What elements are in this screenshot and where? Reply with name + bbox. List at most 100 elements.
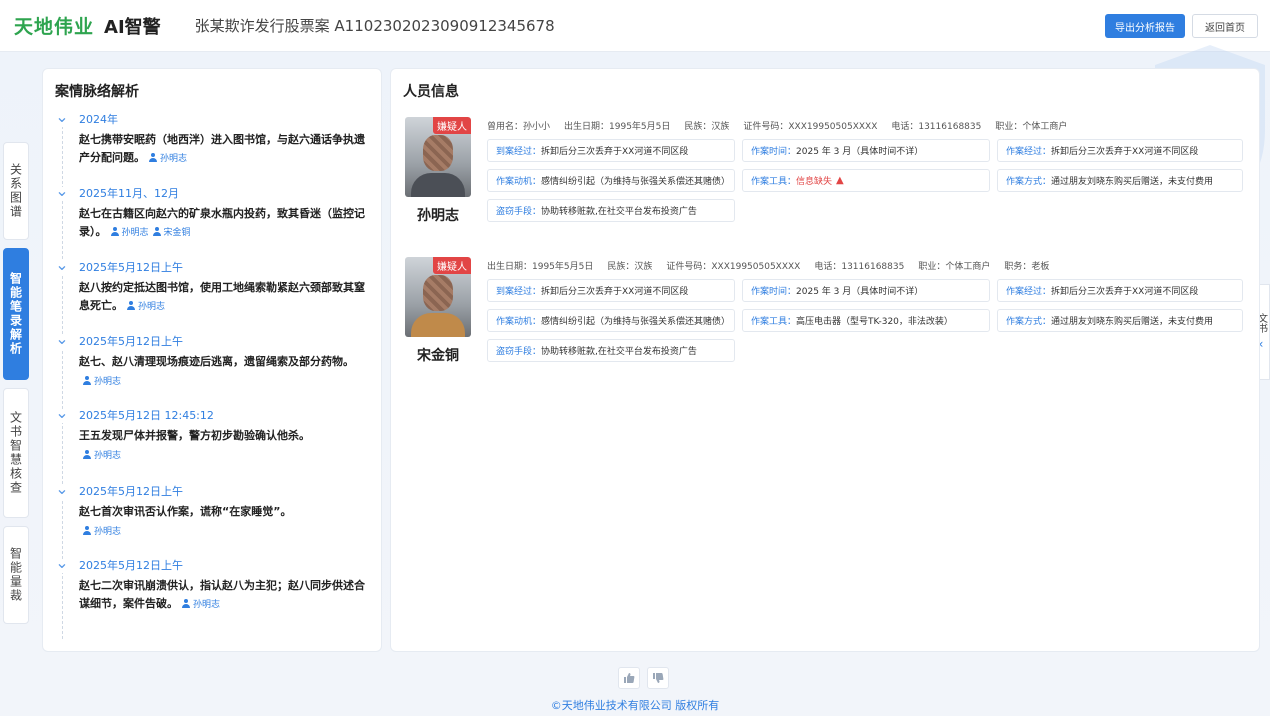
field-key: 作案动机：	[496, 317, 542, 327]
tab-sentencing[interactable]: 智能量裁	[3, 526, 29, 624]
person-meta-item: 民族：汉族	[684, 122, 730, 132]
tab-document-check[interactable]: 文书智慧核查	[3, 388, 29, 518]
person-field: 盗窃手段： 协助转移赃款,在社交平台发布投资广告	[487, 339, 735, 362]
timeline-item: ⌄ 2025年5月12日上午 赵七、赵八清理现场痕迹后逃离，遗留绳索及部分药物。 孙明…	[55, 331, 375, 389]
person-field: 作案经过： 拆卸后分三次丢弃于XX河道不同区段	[997, 139, 1243, 162]
chevron-down-icon[interactable]: ⌄	[55, 257, 69, 275]
copyright: ©天地伟业技术有限公司 版权所有	[550, 699, 720, 712]
person-meta: 出生日期：1995年5月5日 民族：汉族 证件号码：XXX19950505XXXX 电…	[487, 259, 1049, 272]
timeline-date: 2025年5月12日上午	[79, 261, 183, 274]
timeline-event-text: 王五发现尸体并报警，警方初步勘验确认他杀。	[79, 427, 375, 445]
top-bar: 天地伟业 AI智警 张某欺诈发行股票案 A1102302023090912345…	[0, 0, 1270, 52]
person-link[interactable]: 孙明志	[110, 227, 149, 238]
person-name: 孙明志	[94, 527, 122, 537]
person-field: 作案经过： 拆卸后分三次丢弃于XX河道不同区段	[997, 279, 1243, 302]
person-link[interactable]: 孙明志	[149, 153, 188, 164]
field-value: 感情纠纷引起（为维持与张强关系偿还其赌债）	[541, 317, 731, 327]
timeline-event-desc: 赵七二次审讯崩溃供认，指认赵八为主犯；赵八同步供述合谋细节，案件告破。	[79, 579, 365, 610]
timeline-event-text: 赵七在古籍区向赵六的矿泉水瓶内投药，致其昏迷（监控记录）。 孙明志 宋金铜	[79, 205, 375, 242]
back-home-button[interactable]: 返回首页	[1192, 14, 1258, 38]
person-name: 宋金铜	[417, 348, 459, 364]
person-meta-item: 职业：个体工商户	[995, 122, 1068, 132]
field-key: 作案时间：	[751, 287, 797, 297]
person-field: 作案动机： 感情纠纷引起（为维持与张强关系偿还其赌债）	[487, 169, 735, 192]
user-icon	[83, 450, 91, 459]
timeline-title: 案情脉络解析	[55, 84, 139, 100]
chevron-down-icon[interactable]: ⌄	[55, 555, 69, 573]
warning-icon: ▲	[836, 175, 844, 186]
brand-logo-text: 天地伟业	[14, 16, 95, 38]
person-info-panel: 人员信息 嫌疑人 孙明志 曾用名：孙小小 出生日期：1995年5月5日 民族：汉族 证件号…	[390, 68, 1260, 652]
person-meta-item: 出生日期：1995年5月5日	[487, 262, 594, 272]
person-meta-item: 职务：老板	[1004, 262, 1050, 272]
thumbs-up-button[interactable]	[618, 667, 640, 689]
person-field: 作案方式： 通过朋友刘晓东购买后赠送，未支付费用	[997, 309, 1243, 332]
person-field: 盗窃手段： 协助转移赃款,在社交平台发布投资广告	[487, 199, 735, 222]
timeline-event-desc: 赵七、赵八清理现场痕迹后逃离，遗留绳索及部分药物。	[79, 355, 354, 368]
person-link[interactable]: 孙明志	[83, 450, 122, 461]
chevron-down-icon[interactable]: ⌄	[55, 109, 69, 127]
field-key: 盗窃手段：	[496, 347, 542, 357]
field-key: 作案方式：	[1006, 177, 1052, 187]
person-photo: 嫌疑人	[405, 257, 471, 337]
person-link[interactable]: 孙明志	[182, 599, 221, 610]
timeline-item: ⌄ 2025年5月12日上午赵七首次审讯否认作案，谎称“在家睡觉”。孙明志	[55, 481, 375, 539]
user-icon	[127, 301, 135, 310]
field-value: 2025 年 3 月（具体时间不详）	[796, 147, 924, 157]
chevron-down-icon[interactable]: ⌄	[55, 331, 69, 349]
field-value: 2025 年 3 月（具体时间不详）	[796, 287, 924, 297]
person-field: 到案经过： 拆卸后分三次丢弃于XX河道不同区段	[487, 279, 735, 302]
field-value: 通过朋友刘晓东购买后赠送，未支付费用	[1051, 177, 1214, 187]
timeline-date: 2025年11月、12月	[79, 187, 179, 200]
thumbs-down-icon	[653, 673, 664, 683]
person-meta-item: 曾用名：孙小小	[487, 122, 551, 132]
person-panel-title: 人员信息	[403, 84, 459, 100]
person-link[interactable]: 孙明志	[127, 301, 166, 312]
timeline-date: 2025年5月12日上午	[79, 485, 183, 498]
person-card: 嫌疑人宋金铜 出生日期：1995年5月5日 民族：汉族 证件号码：XXX1995050…	[405, 257, 1245, 387]
person-name: 孙明志	[138, 302, 166, 312]
photo-face-blurred	[423, 275, 453, 311]
chevron-down-icon[interactable]: ⌄	[55, 481, 69, 499]
user-icon	[152, 227, 161, 236]
user-icon	[182, 599, 190, 608]
timeline-item: ⌄ 2025年11月、12月赵七在古籍区向赵六的矿泉水瓶内投药，致其昏迷（监控记录…	[55, 183, 375, 242]
person-name: 孙明志	[193, 600, 221, 610]
timeline-event-text: 赵七首次审讯否认作案，谎称“在家睡觉”。	[79, 503, 375, 521]
field-value: 信息缺失	[796, 177, 833, 187]
person-field: 作案方式： 通过朋友刘晓东购买后赠送，未支付费用	[997, 169, 1243, 192]
export-report-button[interactable]: 导出分析报告	[1105, 14, 1185, 38]
person-name: 孙明志	[94, 377, 122, 387]
person-name: 孙明志	[160, 154, 188, 164]
field-value: 通过朋友刘晓东购买后赠送，未支付费用	[1051, 317, 1214, 327]
timeline-item: ⌄ 2025年5月12日 12:45:12 王五发现尸体并报警，警方初步勘验确认他杀…	[55, 405, 375, 463]
person-name: 孙明志	[121, 228, 149, 238]
person-meta-item: 证件号码：XXX19950505XXXX	[666, 262, 801, 272]
chevron-down-icon[interactable]: ⌄	[55, 405, 69, 423]
field-key: 作案方式：	[1006, 317, 1052, 327]
timeline-event-desc: 赵七首次审讯否认作案，谎称“在家睡觉”。	[79, 505, 292, 518]
person-field: 作案时间： 2025 年 3 月（具体时间不详）	[742, 139, 990, 162]
user-icon	[149, 153, 157, 162]
person-name: 孙明志	[94, 451, 122, 461]
field-value: 拆卸后分三次丢弃于XX河道不同区段	[541, 287, 689, 297]
photo-body	[411, 173, 465, 197]
person-link[interactable]: 孙明志	[83, 376, 122, 387]
timeline-event-desc: 赵八按约定抵达图书馆，使用工地绳索勒紧赵六颈部致其窒息死亡。	[79, 281, 365, 312]
field-value: 协助转移赃款,在社交平台发布投资广告	[541, 207, 697, 217]
field-value: 协助转移赃款,在社交平台发布投资广告	[541, 347, 697, 357]
person-meta-item: 电话：13116168835	[814, 262, 905, 272]
tab-record-analysis[interactable]: 智能笔录解析	[3, 248, 29, 380]
timeline-event-text: 赵七二次审讯崩溃供认，指认赵八为主犯；赵八同步供述合谋细节，案件告破。 孙明志	[79, 577, 375, 614]
field-value: 感情纠纷引起（为维持与张强关系偿还其赌债）	[541, 177, 731, 187]
thumbs-down-button[interactable]	[647, 667, 669, 689]
product-name: AI智警	[104, 16, 161, 38]
tab-relation-graph[interactable]: 关系图谱	[3, 142, 29, 240]
field-key: 作案动机：	[496, 177, 542, 187]
person-link[interactable]: 宋金铜	[152, 227, 191, 238]
person-photo: 嫌疑人	[405, 117, 471, 197]
field-key: 到案经过：	[496, 147, 542, 157]
person-link[interactable]: 孙明志	[83, 526, 122, 537]
chevron-down-icon[interactable]: ⌄	[55, 183, 69, 201]
suspect-badge: 嫌疑人	[433, 117, 471, 134]
